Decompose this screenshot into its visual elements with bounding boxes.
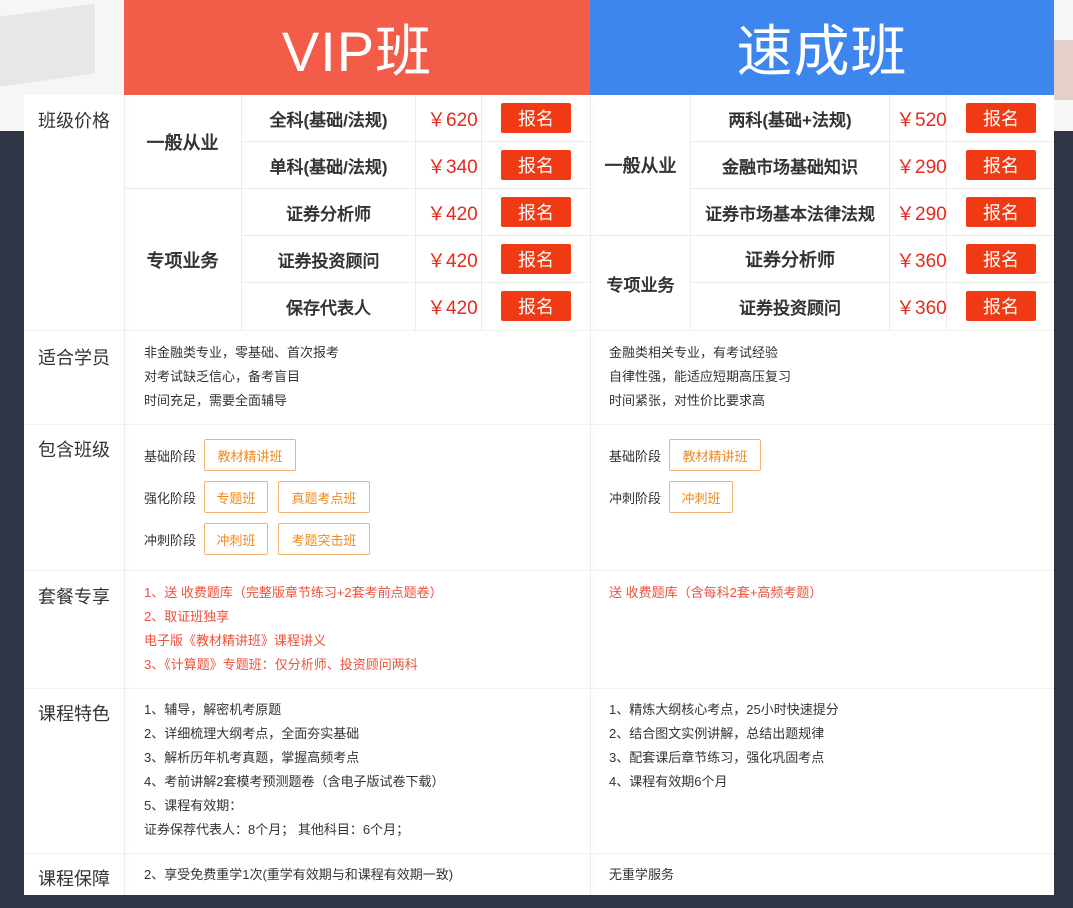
fast-feature-line: 3、配套课后章节练习，强化巩固考点 xyxy=(609,750,825,765)
vip-price: ￥340 xyxy=(427,156,478,178)
background-decoration xyxy=(0,3,95,87)
fast-course-name: 两科(基础+法规) xyxy=(728,110,852,130)
vip-header: VIP班 xyxy=(124,0,590,95)
vip-package-line: 1、送 收费题库（完整版章节练习+2套考前点题卷） xyxy=(144,585,443,600)
vip-class-tag[interactable]: 冲刺班 xyxy=(204,523,268,555)
fast-category-special: 专项业务 xyxy=(606,275,675,295)
vip-price: ￥420 xyxy=(427,297,478,319)
vip-package-line: 3、《计算题》专题班：仅分析师、投资顾问两科 xyxy=(144,657,418,672)
bottom-bar xyxy=(24,895,1054,908)
row-divider xyxy=(24,330,1054,331)
fast-price: ￥360 xyxy=(896,250,947,272)
fast-class-tag[interactable]: 冲刺班 xyxy=(669,481,733,513)
vip-class-tag[interactable]: 真题考点班 xyxy=(278,481,370,513)
fast-feature-line: 2、结合图文实例讲解，总结出题规律 xyxy=(609,726,825,741)
vip-class-tag[interactable]: 专题班 xyxy=(204,481,268,513)
fast-stage-label: 基础阶段 xyxy=(609,448,662,464)
fast-signup-button[interactable]: 报名 xyxy=(966,103,1036,133)
row-divider xyxy=(24,853,1054,854)
fast-guarantee: 无重学服务 xyxy=(609,867,675,882)
fast-signup-button[interactable]: 报名 xyxy=(966,291,1036,321)
vip-price: ￥420 xyxy=(427,250,478,272)
vip-course-name: 保存代表人 xyxy=(286,298,371,318)
fast-price: ￥360 xyxy=(896,297,947,319)
row-label-features: 课程特色 xyxy=(38,704,110,724)
vip-package-line: 2、取证班独享 xyxy=(144,609,230,624)
row-label-students: 适合学员 xyxy=(38,348,110,368)
fast-price: ￥290 xyxy=(896,156,947,178)
vip-student-line: 非金融类专业，零基础、首次报考 xyxy=(144,345,340,360)
vip-feature-line: 2、详细梳理大纲考点，全面夯实基础 xyxy=(144,726,360,741)
fast-price: ￥520 xyxy=(896,109,947,131)
vip-price: ￥620 xyxy=(427,109,478,131)
fast-price: ￥290 xyxy=(896,203,947,225)
vip-feature-line: 4、考前讲解2套模考预测题卷（含电子版试卷下载） xyxy=(144,774,445,789)
vip-student-line: 对考试缺乏信心，备考盲目 xyxy=(144,369,301,384)
row-label-package: 套餐专享 xyxy=(38,587,110,607)
vip-stage-label: 基础阶段 xyxy=(144,448,197,464)
vip-category-general: 一般从业 xyxy=(146,132,219,153)
fast-category-general: 一般从业 xyxy=(604,156,677,176)
vip-stage-label: 强化阶段 xyxy=(144,490,197,506)
vip-course-name: 证券分析师 xyxy=(286,204,371,224)
fast-stage-label: 冲刺阶段 xyxy=(609,490,662,506)
vip-feature-line: 3、解析历年机考真题，掌握高频考点 xyxy=(144,750,360,765)
vip-feature-line: 5、课程有效期： xyxy=(144,798,243,813)
row-label-price: 班级价格 xyxy=(38,111,110,131)
fast-student-line: 金融类相关专业，有考试经验 xyxy=(609,345,779,360)
background-decoration xyxy=(1053,40,1073,100)
fast-course-name: 证券市场基本法律法规 xyxy=(705,204,875,224)
row-divider xyxy=(24,424,1054,425)
vip-signup-button[interactable]: 报名 xyxy=(501,150,571,180)
vip-signup-button[interactable]: 报名 xyxy=(501,244,571,274)
vip-price: ￥420 xyxy=(427,203,478,225)
vip-guarantee: 2、享受免费重学1次(重学有效期与和课程有效期一致) xyxy=(144,867,454,882)
row-label-guarantee: 课程保障 xyxy=(38,869,110,889)
fast-course-name: 证券分析师 xyxy=(745,250,835,270)
fast-package-line: 送 收费题库（含每科2套+高频考题） xyxy=(609,585,823,600)
vip-class-tag[interactable]: 教材精讲班 xyxy=(204,439,296,471)
fast-header: 速成班 xyxy=(590,0,1054,95)
vip-feature-line: 证券保荐代表人：8个月； 其他科目：6个月； xyxy=(144,822,410,837)
fast-class-tag[interactable]: 教材精讲班 xyxy=(669,439,761,471)
vip-signup-button[interactable]: 报名 xyxy=(501,197,571,227)
vip-student-line: 时间充足，需要全面辅导 xyxy=(144,393,288,408)
fast-course-name: 金融市场基础知识 xyxy=(722,157,858,177)
vip-feature-line: 1、辅导，解密机考原题 xyxy=(144,702,282,717)
vip-signup-button[interactable]: 报名 xyxy=(501,103,571,133)
fast-signup-button[interactable]: 报名 xyxy=(966,197,1036,227)
fast-signup-button[interactable]: 报名 xyxy=(966,244,1036,274)
grid-line xyxy=(889,95,890,330)
vip-course-name: 证券投资顾问 xyxy=(277,251,380,271)
row-label-classes: 包含班级 xyxy=(38,440,110,460)
fast-feature-line: 4、课程有效期6个月 xyxy=(609,774,728,789)
row-divider xyxy=(24,688,1054,689)
grid-line xyxy=(481,95,482,330)
vip-stage-label: 冲刺阶段 xyxy=(144,532,197,548)
vip-package-line: 电子版《教材精讲班》课程讲义 xyxy=(144,633,327,648)
fast-signup-button[interactable]: 报名 xyxy=(966,150,1036,180)
grid-line xyxy=(415,95,416,330)
fast-feature-line: 1、精炼大纲核心考点，25小时快速提分 xyxy=(609,702,839,717)
fast-course-name: 证券投资顾问 xyxy=(739,298,841,318)
vip-course-name: 单科(基础/法规) xyxy=(269,157,388,177)
fast-student-line: 自律性强，能适应短期高压复习 xyxy=(609,369,792,384)
vip-signup-button[interactable]: 报名 xyxy=(501,291,571,321)
vip-class-tag[interactable]: 考题突击班 xyxy=(278,523,370,555)
vip-course-name: 全科(基础/法规) xyxy=(269,110,388,130)
vip-category-special: 专项业务 xyxy=(146,250,219,271)
row-divider xyxy=(24,570,1054,571)
fast-student-line: 时间紧张，对性价比要求高 xyxy=(609,393,766,408)
